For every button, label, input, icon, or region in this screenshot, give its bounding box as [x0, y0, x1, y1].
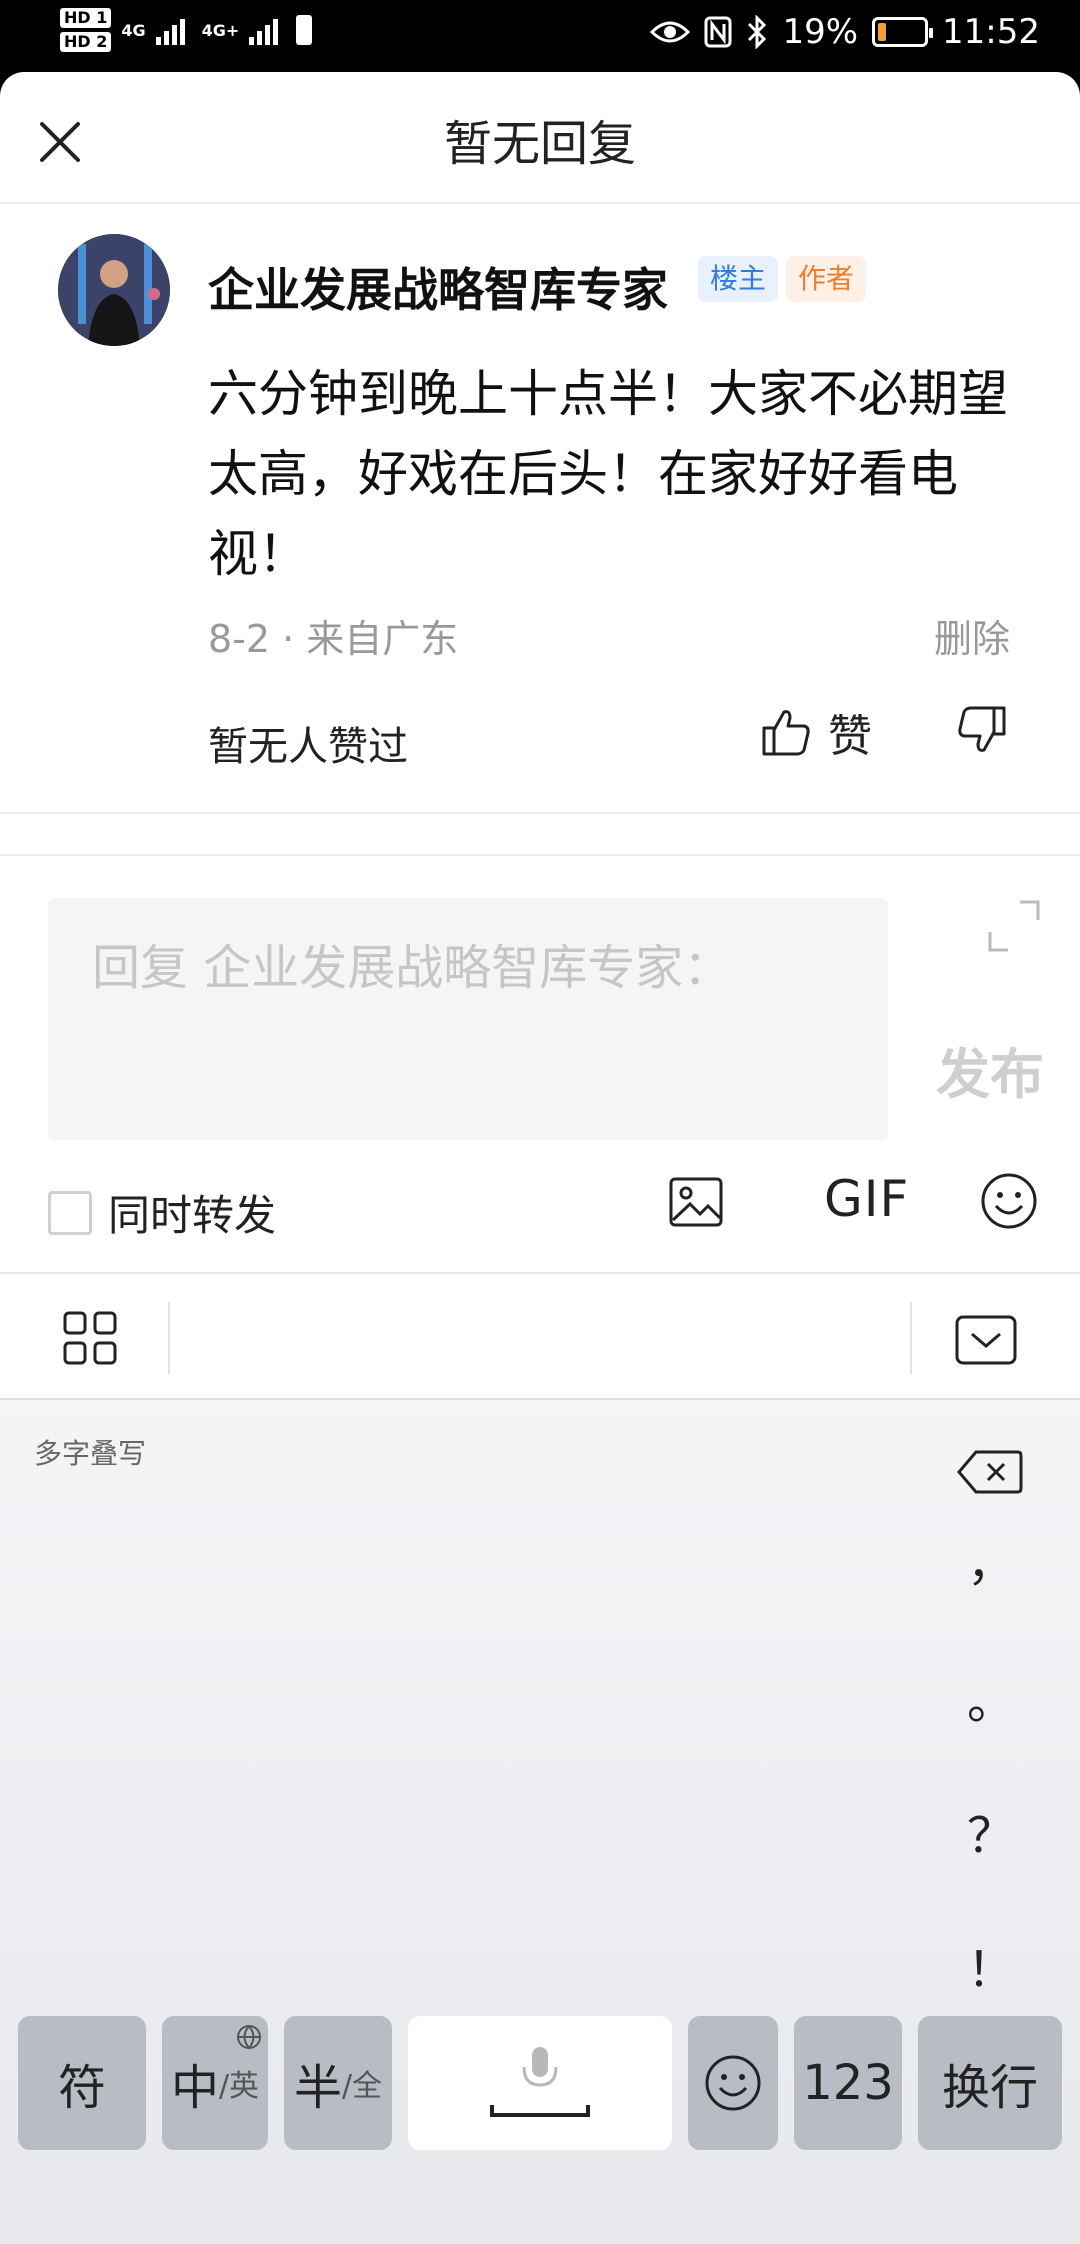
system-indicators: 19% 11:52	[650, 12, 1040, 52]
forward-checkbox[interactable]	[48, 1190, 92, 1235]
hide-keyboard-icon[interactable]	[954, 1314, 1018, 1366]
divider	[0, 812, 1080, 814]
likes-summary: 暂无人赞过	[208, 724, 408, 770]
thumbs-up-icon	[762, 710, 810, 756]
divider	[0, 854, 1080, 856]
keyboard-toolbar	[0, 1272, 1080, 1400]
punct-period-key[interactable]: 。	[966, 1662, 1016, 1732]
network-type-1: 4G	[121, 20, 146, 40]
like-button[interactable]: 赞	[760, 700, 872, 764]
half-label: 半	[293, 2060, 342, 2116]
author-badge: 作者	[786, 256, 867, 302]
punct-exclaim-key[interactable]: ！	[966, 1930, 1016, 2000]
post-meta: 8-2 · 来自广东	[208, 617, 459, 661]
reply-sheet: 暂无回复 企业发展战略智库专家 楼主 作者 六分钟到晚上十点半！大家不必期望太高…	[0, 72, 1080, 2244]
thumbs-down-icon[interactable]	[956, 704, 1008, 756]
punct-question-key[interactable]: ？	[966, 1796, 1016, 1866]
battery-icon	[872, 17, 934, 47]
divider	[910, 1302, 912, 1374]
microphone-icon	[490, 2047, 590, 2117]
signal-icon	[155, 19, 185, 45]
bluetooth-icon	[748, 15, 767, 49]
symbol-key-label: 符	[57, 2060, 106, 2116]
enter-key[interactable]: 换行	[918, 2016, 1062, 2150]
hd-badges: HD 1 HD 2	[60, 8, 112, 52]
network-indicators: HD 1 HD 2 4G 4G+	[60, 8, 313, 52]
sim-icon	[296, 15, 313, 45]
clock: 11:52	[942, 12, 1040, 52]
sheet-header: 暂无回复	[0, 72, 1080, 204]
nfc-icon	[704, 16, 732, 48]
number-key-label: 123	[802, 2055, 894, 2111]
expand-icon[interactable]	[986, 898, 1042, 954]
handwriting-mode-label: 多字叠写	[34, 1437, 147, 1470]
battery-percent: 19%	[782, 12, 859, 52]
publish-button[interactable]: 发布	[936, 1030, 1044, 1109]
signal-icon	[249, 19, 279, 45]
divider	[168, 1302, 170, 1374]
number-key[interactable]: 123	[794, 2016, 902, 2150]
hd1-badge: HD 1	[60, 8, 112, 28]
symbol-key[interactable]: 符	[18, 2016, 146, 2150]
backspace-icon[interactable]	[956, 1448, 1024, 1496]
like-label: 赞	[828, 711, 872, 762]
gif-button[interactable]: GIF	[824, 1170, 909, 1228]
avatar-image	[58, 234, 170, 346]
status-bar: HD 1 HD 2 4G 4G+ 19% 11:52	[0, 0, 1080, 72]
emoji-icon[interactable]	[980, 1172, 1038, 1230]
en-label: /英	[218, 2069, 260, 2104]
full-label: /全	[341, 2069, 383, 2104]
punct-comma-key[interactable]: ，	[966, 1524, 1016, 1594]
grid-menu-icon[interactable]	[62, 1310, 118, 1366]
emoji-key[interactable]	[688, 2016, 778, 2150]
enter-key-label: 换行	[941, 2060, 1038, 2116]
emoji-icon	[705, 2055, 761, 2111]
voice-space-key[interactable]	[408, 2016, 672, 2150]
page-title: 暂无回复	[443, 116, 636, 172]
image-icon[interactable]	[668, 1176, 724, 1228]
network-type-2: 4G+	[201, 20, 240, 40]
avatar[interactable]	[58, 234, 170, 346]
host-badge: 楼主	[698, 256, 779, 302]
post-content: 六分钟到晚上十点半！大家不必期望太高，好戏在后头！在家好好看电视！	[208, 365, 1008, 583]
delete-button[interactable]: 删除	[934, 608, 1010, 663]
hd2-badge: HD 2	[60, 32, 112, 52]
globe-icon	[237, 2025, 261, 2050]
reply-input[interactable]: 回复 企业发展战略智库专家：	[48, 898, 888, 1140]
zh-label: 中	[170, 2060, 219, 2116]
battery-fill	[878, 23, 887, 41]
language-toggle-key[interactable]: 中/英	[162, 2016, 268, 2150]
reply-placeholder: 回复 企业发展战略智库专家：	[92, 940, 732, 996]
width-toggle-key[interactable]: 半/全	[284, 2016, 392, 2150]
author-name[interactable]: 企业发展战略智库专家	[208, 254, 668, 320]
eye-icon	[650, 21, 691, 43]
forward-toggle[interactable]: 同时转发	[48, 1182, 276, 1243]
forward-label: 同时转发	[108, 1191, 277, 1240]
